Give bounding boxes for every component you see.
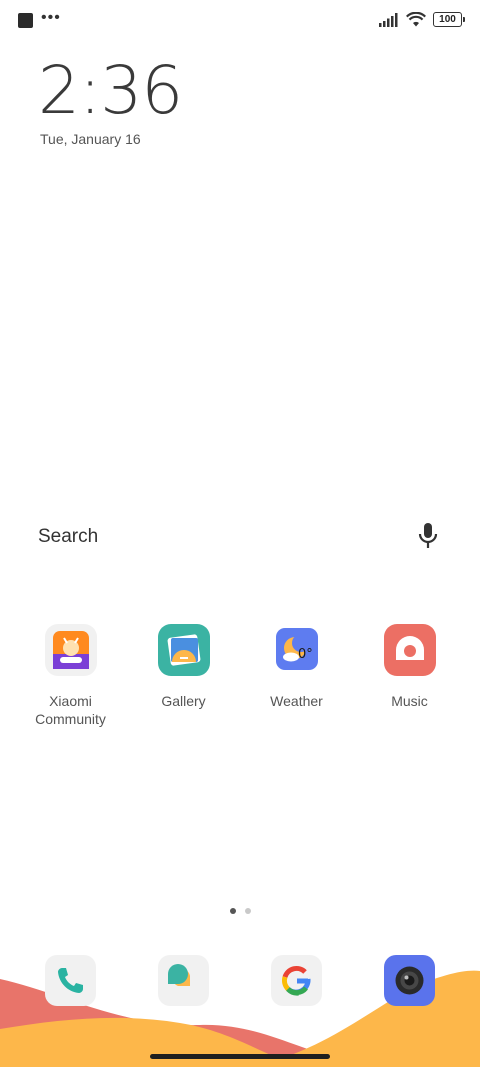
app-label: Xiaomi Community	[35, 693, 106, 727]
phone-icon	[58, 968, 83, 993]
app-xiaomi-community[interactable]: Xiaomi Community	[14, 624, 127, 728]
gallery-icon	[157, 624, 210, 676]
google-icon	[282, 966, 311, 996]
dock-camera[interactable]	[384, 955, 435, 1006]
page-dot-2[interactable]	[244, 908, 251, 914]
app-label: Gallery	[161, 693, 206, 709]
app-weather[interactable]: 0° Weather	[240, 624, 353, 710]
xiaomi-community-icon	[44, 624, 97, 676]
page-dot-1[interactable]	[229, 908, 236, 914]
app-label: Weather	[270, 693, 323, 709]
dock-google[interactable]	[271, 955, 322, 1006]
app-label: Music	[391, 693, 428, 709]
search-bar[interactable]: Search	[24, 512, 456, 560]
home-indicator[interactable]	[150, 1054, 330, 1059]
wifi-icon	[406, 12, 426, 27]
microphone-icon[interactable]	[416, 522, 440, 550]
clock-date[interactable]: Tue, January 16	[40, 131, 141, 147]
dock-phone[interactable]	[45, 955, 96, 1006]
page-indicator[interactable]	[0, 908, 480, 914]
signal-icon	[379, 12, 398, 27]
status-bar: ••• 100	[0, 0, 480, 42]
app-gallery[interactable]: Gallery	[127, 624, 240, 710]
weather-icon: 0°	[270, 624, 323, 676]
clock-time[interactable]: 2:36	[38, 52, 183, 129]
notification-square-icon	[18, 13, 33, 28]
battery-level: 100	[439, 14, 456, 25]
music-icon	[383, 624, 436, 676]
messages-icon	[168, 964, 190, 986]
battery-icon: 100	[433, 12, 465, 27]
app-music[interactable]: Music	[353, 624, 466, 710]
dock-messages[interactable]	[158, 955, 209, 1006]
search-label: Search	[38, 526, 99, 547]
camera-icon	[395, 966, 424, 995]
more-dots-icon: •••	[41, 8, 61, 26]
weather-temperature: 0°	[298, 647, 313, 662]
